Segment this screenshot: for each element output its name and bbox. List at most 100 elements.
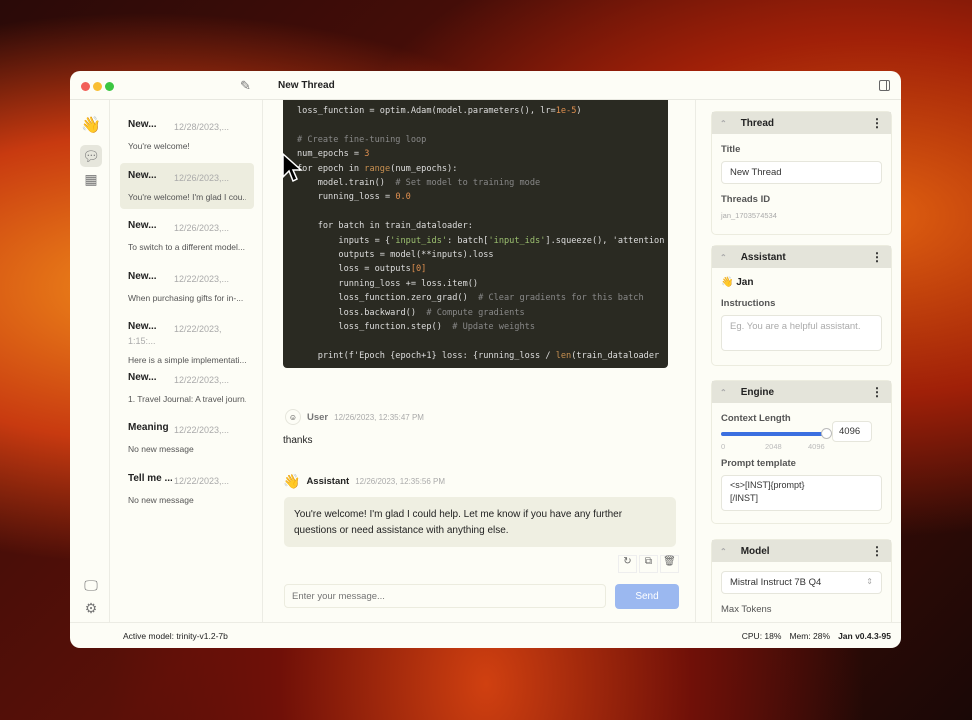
model-select[interactable]: Mistral Instruct 7B Q4 ⇕	[721, 571, 882, 594]
app-version: Jan v0.4.3-95	[838, 630, 891, 641]
chevron-updown-icon: ⇕	[866, 577, 873, 586]
more-menu-icon[interactable]: ⋮	[871, 250, 883, 264]
thread-date: 12/22/2023,...	[174, 374, 230, 385]
code-line: print(f'Epoch {epoch+1} loss: {running_l…	[297, 350, 660, 361]
message-time: 12/26/2023, 12:35:56 PM	[355, 477, 446, 486]
thread-date: 12/22/2023,...	[174, 425, 230, 435]
assistant-section: ⌃ Assistant ⋮ 👋 Jan Instructions Eg. You a…	[711, 245, 892, 366]
code-line: outputs = model(**inputs).loss	[297, 250, 494, 261]
more-menu-icon[interactable]: ⋮	[871, 385, 883, 399]
memory-usage: Mem: 28%	[789, 630, 831, 641]
message-author: Assistant	[306, 476, 350, 487]
engine-section-header[interactable]: ⌃ Engine ⋮	[712, 381, 891, 403]
code-line: num_epochs = 3	[297, 149, 370, 160]
code-line: loss_function = optim.Adam(model.paramet…	[297, 106, 582, 116]
settings-gear-icon[interactable]: ⚙	[80, 597, 102, 619]
zoom-window-button[interactable]	[105, 82, 114, 91]
context-length-input[interactable]: 4096	[832, 421, 872, 442]
user-avatar-icon: ☺	[285, 409, 301, 425]
code-block: loss_function = optim.Adam(model.paramet…	[283, 100, 668, 368]
thread-title: Meaning ...	[128, 422, 172, 433]
code-line: loss_function.step() # Update weights	[297, 322, 536, 333]
title-bar: ✎ New Thread	[70, 71, 901, 100]
thread-id-value: jan_1703574534	[721, 211, 777, 220]
message-text: thanks	[283, 435, 313, 446]
instructions-label: Instructions	[721, 298, 776, 309]
delete-icon[interactable]: 🗑︎	[660, 555, 679, 573]
hub-grid-icon[interactable]: ▦	[80, 168, 102, 190]
thread-title: New...	[128, 371, 157, 383]
thread-title: New...	[128, 169, 157, 181]
model-section-header[interactable]: ⌃ Model ⋮	[712, 540, 891, 562]
thread-title: New...	[128, 270, 157, 282]
message-actions: ↻ ⧉ 🗑︎	[618, 555, 679, 573]
copy-icon[interactable]: ⧉	[639, 555, 658, 573]
thread-item[interactable]: New... 12/26/2023,... You're welcome! I'm …	[120, 162, 254, 209]
thread-item[interactable]: New... 12/22/2023, 1:15:... Here is a simp…	[120, 314, 254, 365]
context-length-slider[interactable]	[721, 428, 832, 439]
thread-title-input[interactable]: New Thread	[721, 161, 882, 184]
thread-title: New...	[128, 321, 157, 332]
thread-section-header[interactable]: ⌃ Thread ⋮	[712, 112, 891, 134]
thread-title: New...	[128, 119, 157, 130]
thread-item[interactable]: New... 12/22/2023,... When purchasing gift…	[120, 264, 254, 310]
code-line: # Create fine-tuning loop	[297, 134, 427, 145]
message-author: User	[307, 411, 329, 423]
chat-area: loss_function = optim.Adam(model.paramet…	[263, 100, 695, 622]
thread-item[interactable]: New... 12/28/2023,... You're welcome!	[120, 112, 254, 158]
close-window-button[interactable]	[81, 82, 90, 91]
message-header-assistant: 👋 Assistant 12/26/2023, 12:35:56 PM	[283, 473, 445, 490]
regenerate-icon[interactable]: ↻	[618, 555, 637, 573]
thread-date: 12/22/2023,...	[174, 475, 230, 486]
active-model-status: Active model: trinity-v1.2-7b	[123, 630, 228, 641]
thread-preview: To switch to a different model...	[128, 242, 246, 252]
message-input[interactable]	[284, 584, 606, 608]
code-line: running_loss += loss.item()	[297, 278, 479, 289]
thread-date: 12/22/2023,...	[174, 273, 230, 284]
thread-preview: You're welcome!	[128, 141, 190, 151]
assistant-section-header[interactable]: ⌃ Assistant ⋮	[712, 246, 891, 268]
model-section: ⌃ Model ⋮ Mistral Instruct 7B Q4 ⇕ Max Toke…	[711, 539, 892, 622]
thread-preview: No new message	[128, 444, 194, 454]
new-thread-icon[interactable]: ✎	[240, 78, 251, 94]
thread-item[interactable]: Meaning ...12/22/2023,... No new message	[120, 415, 254, 461]
mouse-cursor-icon	[282, 153, 303, 183]
code-line: loss_function.zero_grad() # Clear gradie…	[297, 293, 644, 304]
thread-item[interactable]: Tell me ...12/22/2023,... No new message	[120, 466, 254, 512]
chevron-up-icon[interactable]: ⌃	[720, 547, 727, 556]
thread-preview: No new message	[128, 494, 194, 505]
window-title: New Thread	[278, 80, 335, 91]
chevron-up-icon[interactable]: ⌃	[720, 119, 727, 128]
code-line: running_loss = 0.0	[297, 192, 411, 203]
thread-date: 12/28/2023,...	[174, 122, 230, 132]
send-button[interactable]: Send	[615, 584, 679, 609]
chevron-up-icon[interactable]: ⌃	[720, 388, 727, 397]
minimize-window-button[interactable]	[93, 82, 102, 91]
prompt-template-textarea[interactable]: <s>[INST]{prompt} [/INST]	[721, 475, 882, 511]
instructions-textarea[interactable]: Eg. You are a helpful assistant.	[721, 315, 882, 351]
chat-icon[interactable]: 💬︎	[80, 145, 102, 167]
system-monitor-icon[interactable]: 🖵	[80, 574, 102, 596]
thread-item[interactable]: New... 12/22/2023,... 1. Travel Journal: A…	[120, 365, 254, 411]
title-label: Title	[721, 144, 741, 155]
thread-date: 12/26/2023,...	[174, 223, 230, 233]
toggle-panel-icon[interactable]	[879, 80, 890, 91]
icon-rail: 👋 💬︎ ▦ 🖵 ⚙	[70, 100, 110, 622]
thread-date: 12/26/2023,...	[174, 172, 230, 183]
slider-tick: 0	[721, 442, 726, 451]
thread-preview: Here is a simple implementati...	[128, 355, 246, 365]
settings-panel: ⌃ Thread ⋮ Title New Thread Threads ID jan…	[695, 100, 901, 622]
code-line: for batch in train_dataloader:	[297, 221, 473, 232]
more-menu-icon[interactable]: ⋮	[871, 544, 883, 558]
chevron-up-icon[interactable]: ⌃	[720, 253, 727, 262]
jan-logo-icon: 👋	[81, 117, 101, 134]
slider-handle[interactable]	[821, 428, 832, 439]
code-line: inputs = {'input_ids': batch['input_ids'…	[297, 235, 665, 246]
code-line: loss = outputs[0]	[297, 264, 427, 275]
slider-tick: 4096	[808, 442, 825, 451]
more-menu-icon[interactable]: ⋮	[871, 116, 883, 130]
thread-item[interactable]: New... 12/26/2023,... To switch to a diffe…	[120, 213, 254, 259]
thread-preview: 1. Travel Journal: A travel journ...	[128, 393, 246, 404]
